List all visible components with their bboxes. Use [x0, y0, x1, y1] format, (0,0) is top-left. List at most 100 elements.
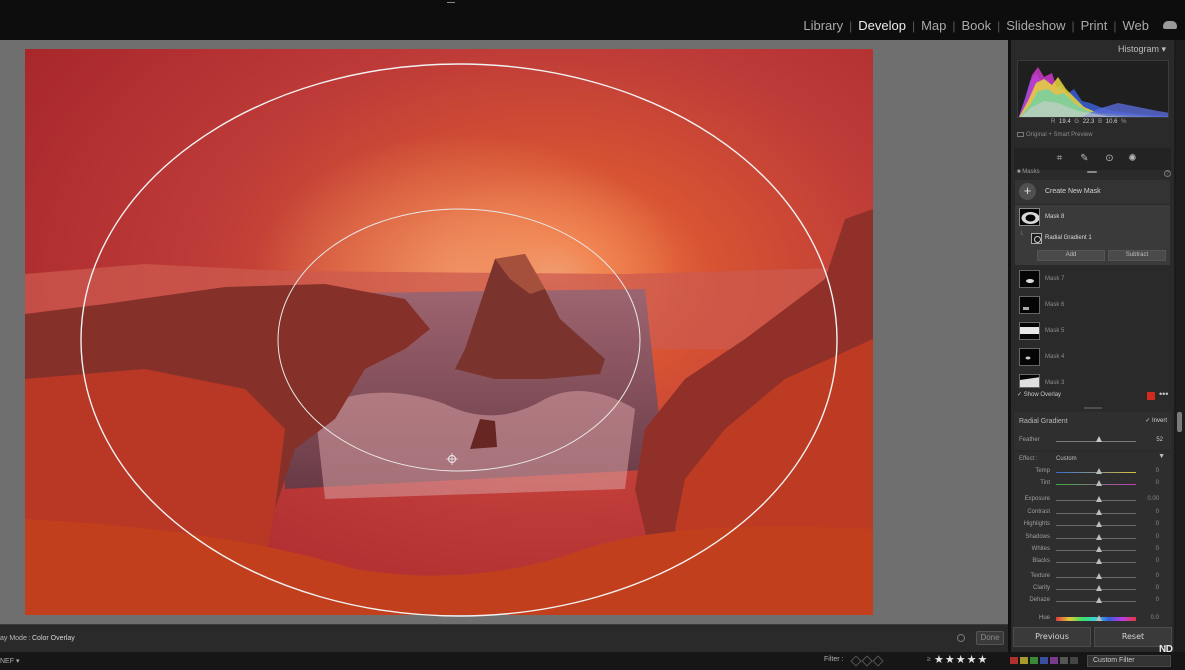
- slider-handle[interactable]: [1096, 534, 1102, 540]
- mask-8-name[interactable]: Mask 8: [1045, 214, 1064, 220]
- slider-row-texture[interactable]: Texture 0: [1014, 573, 1171, 583]
- radial-gradient-overlay[interactable]: [0, 40, 1008, 624]
- overlay-mode-select[interactable]: Color Overlay: [32, 635, 75, 642]
- label-color-purple[interactable]: [1050, 657, 1058, 664]
- smart-preview-status[interactable]: Original + Smart Preview: [1017, 132, 1093, 138]
- outer-radial-ellipse[interactable]: [80, 63, 838, 617]
- slider-value[interactable]: 0: [1156, 546, 1159, 552]
- custom-filter-select[interactable]: Custom Filter: [1087, 655, 1171, 667]
- mask-list-item[interactable]: Mask 7: [1015, 267, 1170, 291]
- slider-handle[interactable]: [1096, 585, 1102, 591]
- slider-row-clarity[interactable]: Clarity 0: [1014, 585, 1171, 595]
- slider-handle[interactable]: [1096, 521, 1102, 527]
- file-name-label[interactable]: NEF ▾: [0, 657, 19, 665]
- flag-reject-icon[interactable]: [872, 655, 884, 667]
- done-button[interactable]: Done: [976, 631, 1004, 645]
- invert-checkbox[interactable]: ✓ Invert: [1145, 417, 1167, 424]
- label-color-yellow[interactable]: [1020, 657, 1028, 664]
- module-develop[interactable]: Develop: [852, 18, 912, 33]
- slider-row-shadows[interactable]: Shadows 0: [1014, 534, 1171, 544]
- slider-handle[interactable]: [1096, 615, 1102, 621]
- slider-value[interactable]: 0: [1156, 509, 1159, 515]
- slider-row-hue[interactable]: Hue 0.0: [1014, 615, 1171, 625]
- module-map[interactable]: Map: [915, 18, 952, 33]
- slider-value[interactable]: 0: [1156, 585, 1159, 591]
- subtract-from-mask-button[interactable]: Subtract: [1108, 250, 1166, 261]
- show-overlay-checkbox[interactable]: ✓: [1017, 392, 1022, 398]
- histogram-graph[interactable]: [1017, 60, 1169, 118]
- add-to-mask-button[interactable]: Add: [1037, 250, 1105, 261]
- label-color-green[interactable]: [1030, 657, 1038, 664]
- slider-value[interactable]: 0: [1156, 597, 1159, 603]
- slider-value[interactable]: 0: [1156, 573, 1159, 579]
- masks-grip[interactable]: [1087, 171, 1097, 173]
- image-canvas[interactable]: [0, 40, 1008, 624]
- module-slideshow[interactable]: Slideshow: [1000, 18, 1071, 33]
- mask-list-item[interactable]: Mask 4: [1015, 345, 1170, 369]
- slider-row-highlights[interactable]: Highlights 0: [1014, 521, 1171, 531]
- module-library[interactable]: Library: [797, 18, 849, 33]
- slider-value[interactable]: 0: [1156, 521, 1159, 527]
- label-color-none[interactable]: [1070, 657, 1078, 664]
- flag-pick-icon[interactable]: [850, 655, 862, 667]
- slider-value[interactable]: 0.0: [1151, 615, 1159, 621]
- label-color-custom[interactable]: [1060, 657, 1068, 664]
- slider-value[interactable]: 0: [1156, 468, 1159, 474]
- slider-row-temp[interactable]: Temp 0: [1014, 468, 1171, 478]
- crop-tool-icon[interactable]: ⌗: [1054, 153, 1065, 164]
- cloud-sync-icon[interactable]: [1163, 21, 1177, 29]
- label-color-red[interactable]: [1010, 657, 1018, 664]
- slider-handle[interactable]: [1096, 509, 1102, 515]
- label-color-blue[interactable]: [1040, 657, 1048, 664]
- slider-handle[interactable]: [1096, 597, 1102, 603]
- slider-row-whites[interactable]: Whites 0: [1014, 546, 1171, 556]
- flag-neutral-icon[interactable]: [861, 655, 873, 667]
- help-icon[interactable]: ?: [1164, 170, 1171, 177]
- rating-operator[interactable]: ≥: [927, 656, 931, 663]
- slider-handle[interactable]: [1096, 546, 1102, 552]
- mask-8-thumbnail[interactable]: [1019, 208, 1040, 226]
- slider-row-contrast[interactable]: Contrast 0: [1014, 509, 1171, 519]
- slider-value[interactable]: 0.00: [1147, 496, 1159, 502]
- reset-mask-icon[interactable]: [957, 634, 965, 642]
- effect-collapse-icon[interactable]: ▼: [1158, 453, 1165, 460]
- feather-value[interactable]: 52: [1156, 437, 1163, 443]
- red-eye-icon[interactable]: ⊙: [1104, 153, 1115, 164]
- slider-handle[interactable]: [1096, 573, 1102, 579]
- slider-handle[interactable]: [1096, 496, 1102, 502]
- create-mask-label: Create New Mask: [1045, 188, 1101, 195]
- masking-tool-icon[interactable]: ✺: [1127, 153, 1138, 164]
- module-print[interactable]: Print: [1075, 18, 1114, 33]
- overlay-color-swatch[interactable]: [1147, 392, 1155, 400]
- slider-handle[interactable]: [1096, 558, 1102, 564]
- show-overlay-row[interactable]: ✓ Show Overlay •••: [1017, 389, 1169, 403]
- inner-radial-ellipse[interactable]: [277, 208, 641, 472]
- histogram-title[interactable]: Histogram ▾: [1118, 44, 1166, 55]
- effect-preset-select[interactable]: Custom: [1056, 456, 1077, 462]
- panel-scrollbar[interactable]: [1176, 40, 1185, 652]
- slider-row-blacks[interactable]: Blacks 0: [1014, 558, 1171, 568]
- slider-row-tint[interactable]: Tint 0: [1014, 480, 1171, 490]
- radial-center-handle-icon[interactable]: [446, 453, 458, 465]
- mask-list-item[interactable]: Mask 6: [1015, 293, 1170, 317]
- slider-handle[interactable]: [1096, 468, 1102, 474]
- radial-gradient-1-label[interactable]: Radial Gradient 1: [1045, 235, 1092, 241]
- slider-value[interactable]: 0: [1156, 480, 1159, 486]
- slider-value[interactable]: 0: [1156, 534, 1159, 540]
- feather-slider-handle[interactable]: [1096, 436, 1102, 442]
- slider-value[interactable]: 0: [1156, 558, 1159, 564]
- healing-brush-icon[interactable]: ✎: [1079, 153, 1090, 164]
- slider-row-exposure[interactable]: Exposure 0.00: [1014, 496, 1171, 506]
- panel-resize-grip[interactable]: [1084, 407, 1102, 409]
- more-options-icon[interactable]: •••: [1159, 389, 1168, 399]
- create-new-mask-button[interactable]: + Create New Mask: [1015, 180, 1170, 204]
- mask-list-item[interactable]: Mask 5: [1015, 319, 1170, 343]
- scrollbar-thumb[interactable]: [1177, 412, 1182, 432]
- rating-stars-icon[interactable]: ★★★★★: [934, 653, 988, 666]
- slider-handle[interactable]: [1096, 480, 1102, 486]
- previous-button[interactable]: Previous: [1013, 627, 1091, 647]
- module-book[interactable]: Book: [955, 18, 997, 33]
- module-web[interactable]: Web: [1117, 18, 1156, 33]
- active-mask-group[interactable]: Mask 8 └ Radial Gradient 1 Add Subtract: [1015, 205, 1170, 265]
- slider-row-dehaze[interactable]: Dehaze 0: [1014, 597, 1171, 607]
